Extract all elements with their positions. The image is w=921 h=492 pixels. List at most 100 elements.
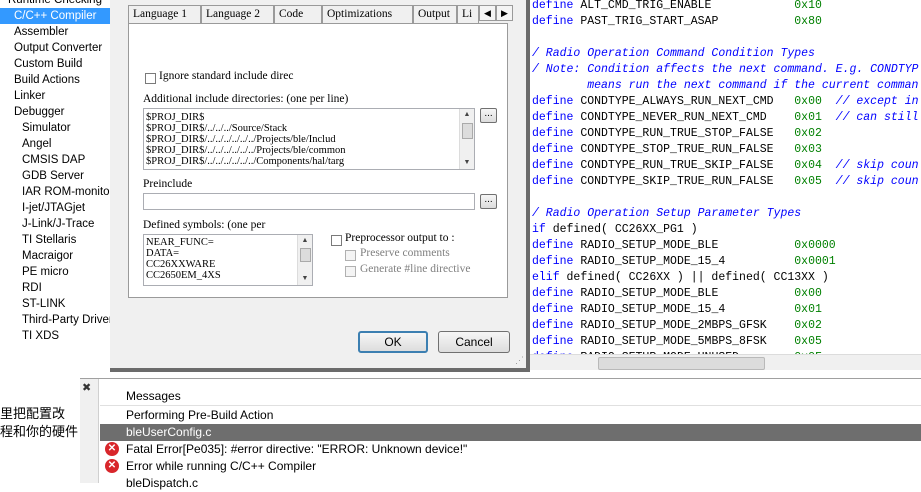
code-token: RADIO_SETUP_MODE_BLE — [573, 239, 795, 252]
tab-language-1[interactable]: Language 1 — [128, 5, 201, 23]
code-token: 0x04 — [794, 159, 822, 172]
defined-symbol-line: CC2650EM_4XS — [146, 270, 221, 281]
code-line: define RADIO_SETUP_MODE_BLE 0x0000 — [532, 238, 836, 254]
code-line: define ALT_CMD_TRIG_ENABLE 0x10 — [532, 0, 822, 14]
include-vertical-scrollbar[interactable]: ▲ ▼ — [459, 109, 474, 169]
defined-symbol-line: NEAR_FUNC= — [146, 237, 214, 248]
message-row[interactable]: ✕ Error while running C/C++ Compiler — [100, 458, 921, 475]
include-dir-line: $PROJ_DIR$/../../../Source/Stack — [146, 123, 288, 134]
code-line: / Radio Operation Setup Parameter Types — [532, 206, 801, 222]
code-line: define CONDTYPE_ALWAYS_RUN_NEXT_CMD 0x00… — [532, 94, 919, 110]
code-line: if defined( CC26XX_PG1 ) — [532, 222, 698, 238]
tab-output[interactable]: Output — [413, 5, 457, 23]
close-icon[interactable]: ✖ — [82, 381, 91, 394]
cancel-button[interactable]: Cancel — [438, 331, 510, 353]
include-browse-button[interactable]: ... — [480, 108, 497, 123]
message-row[interactable]: bleUserConfig.c — [100, 424, 921, 441]
include-dir-line: $PROJ_DIR$/../../../../../../Components/… — [146, 156, 345, 167]
scroll-up-icon[interactable]: ▲ — [298, 235, 312, 247]
code-token: define — [532, 0, 574, 12]
code-token: if — [532, 223, 546, 236]
category-list[interactable]: Runtime Checking C/C++ Compiler Assembler O… — [0, 0, 122, 350]
code-line: means run the next command if the curren… — [532, 78, 918, 94]
category-item[interactable]: Runtime Checking — [0, 0, 116, 8]
code-line: define CONDTYPE_RUN_TRUE_STOP_FALSE 0x02 — [532, 126, 822, 142]
code-line: define RADIO_SETUP_MODE_2MBPS_GFSK 0x02 — [532, 318, 822, 334]
code-token: define — [532, 287, 574, 300]
message-row[interactable]: Performing Pre-Build Action — [100, 407, 921, 424]
code-token: // can still — [821, 111, 919, 124]
category-item[interactable]: Build Actions — [0, 72, 122, 88]
tab-code[interactable]: Code — [274, 5, 322, 23]
preprocessor-output-checkbox[interactable] — [331, 235, 342, 246]
preprocessor-panel: Ignore standard include direc Additional… — [128, 23, 508, 298]
symbols-vertical-scrollbar[interactable]: ▲ ▼ — [297, 235, 312, 285]
editor-horizontal-scrollbar[interactable] — [520, 354, 921, 370]
code-token: CONDTYPE_ALWAYS_RUN_NEXT_CMD — [573, 95, 795, 108]
side-text-line: 里把配置改 — [0, 406, 66, 421]
message-text: Fatal Error[Pe035]: #error directive: "E… — [126, 442, 468, 456]
code-token: 0x02 — [794, 319, 822, 332]
scroll-down-icon[interactable]: ▼ — [298, 273, 312, 285]
code-token: // skip coun — [821, 159, 919, 172]
defined-symbols-label: Defined symbols: (one per — [143, 219, 266, 231]
code-editor[interactable]: define ALT_CMD_TRIG_ENABLE 0x10 define PA… — [520, 0, 921, 372]
tab-language-2[interactable]: Language 2 — [201, 5, 274, 23]
code-token: RADIO_SETUP_MODE_BLE — [573, 287, 795, 300]
generate-line-label: Generate #line directive — [360, 263, 471, 275]
side-document-text: 里把配置改 程和你的硬件 — [0, 405, 80, 482]
defined-symbol-line: CC26XXWARE — [146, 259, 216, 270]
code-token: 0x00 — [794, 95, 822, 108]
category-item[interactable]: Debugger — [0, 104, 122, 120]
preserve-comments-label: Preserve comments — [360, 247, 450, 259]
code-token: define — [532, 319, 574, 332]
category-item[interactable]: Assembler — [0, 24, 122, 40]
message-row[interactable]: bleDispatch.c — [100, 475, 921, 492]
code-line: define RADIO_SETUP_MODE_5MBPS_8FSK 0x05 — [532, 334, 822, 350]
category-item[interactable]: Output Converter — [0, 40, 122, 56]
messages-column-header[interactable]: Messages — [100, 387, 921, 406]
code-token: define — [532, 255, 574, 268]
message-row[interactable]: ✕ Fatal Error[Pe035]: #error directive: "… — [100, 441, 921, 458]
code-line: define RADIO_SETUP_MODE_BLE 0x00 — [532, 286, 822, 302]
code-token: CONDTYPE_RUN_TRUE_STOP_FALSE — [573, 127, 795, 140]
generate-line-checkbox[interactable] — [345, 266, 356, 277]
code-token: 0x80 — [794, 15, 822, 28]
code-token: CONDTYPE_NEVER_RUN_NEXT_CMD — [573, 111, 795, 124]
code-token: define — [532, 15, 574, 28]
ignore-std-include-label: Ignore standard include direc — [159, 70, 294, 82]
messages-pane: ✖ Messages Performing Pre-Build Action bl… — [80, 378, 921, 490]
preinclude-input[interactable] — [143, 193, 475, 210]
category-item[interactable]: Custom Build — [0, 56, 122, 72]
code-token: // except in — [821, 95, 919, 108]
code-token: defined( CC26XX_PG1 ) — [545, 223, 698, 236]
preinclude-browse-button[interactable]: ... — [480, 194, 497, 209]
scroll-down-icon[interactable]: ▼ — [460, 157, 474, 169]
preserve-comments-checkbox[interactable] — [345, 250, 356, 261]
category-item[interactable]: Linker — [0, 88, 122, 104]
code-token: define — [532, 159, 574, 172]
ok-button[interactable]: OK — [358, 331, 428, 353]
scrollbar-thumb[interactable] — [462, 123, 473, 139]
code-line: define RADIO_SETUP_MODE_15_4 0x01 — [532, 302, 822, 318]
defined-symbols-textarea[interactable]: NEAR_FUNC= DATA= CC26XXWARE CC2650EM_4XS ▲ … — [143, 234, 313, 286]
message-text: Performing Pre-Build Action — [126, 408, 274, 422]
tab-scroll-left-icon[interactable]: ◀ — [479, 5, 496, 21]
tab-optimizations[interactable]: Optimizations — [322, 5, 413, 23]
scrollbar-thumb[interactable] — [300, 248, 311, 262]
tab-list[interactable]: Li — [457, 5, 479, 23]
scroll-up-icon[interactable]: ▲ — [460, 109, 474, 121]
messages-gutter: ✖ — [80, 379, 99, 483]
tab-scroll-right-icon[interactable]: ▶ — [496, 5, 513, 21]
scrollbar-thumb[interactable] — [598, 357, 765, 370]
include-directories-textarea[interactable]: $PROJ_DIR$ $PROJ_DIR$/../../../Source/Sta… — [143, 108, 475, 170]
code-line: elif defined( CC26XX ) || defined( CC13X… — [532, 270, 829, 286]
code-token: 0x01 — [794, 111, 822, 124]
code-token: / Note: Condition affects the next comma… — [532, 63, 919, 76]
code-token: 0x0000 — [794, 239, 836, 252]
ignore-std-include-checkbox[interactable] — [145, 73, 156, 84]
resize-grip-icon[interactable]: ⋰ — [515, 355, 524, 366]
side-text-line: 程和你的硬件 — [0, 424, 79, 439]
category-item[interactable]: C/C++ Compiler — [0, 8, 122, 24]
code-token: 0x03 — [794, 143, 822, 156]
